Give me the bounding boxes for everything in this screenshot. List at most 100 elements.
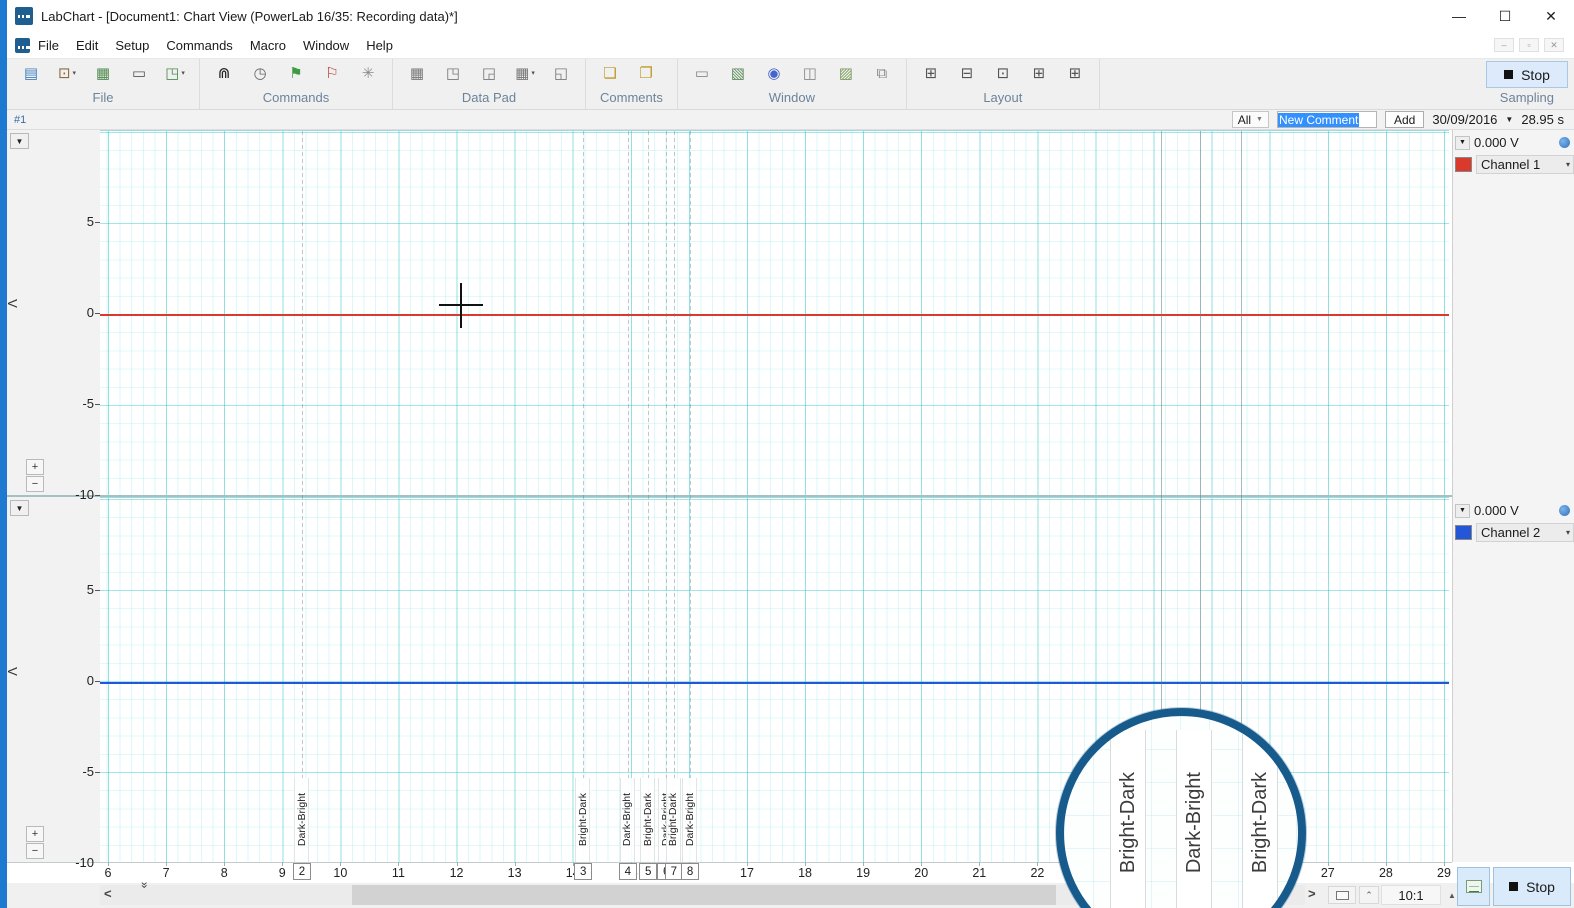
add-to-datapad-icon[interactable]: ◳ (443, 64, 463, 82)
channel2-scale-plus-button[interactable]: + (26, 826, 44, 842)
compression-ratio[interactable]: 10:1 (1381, 885, 1441, 905)
layout-bottom-icon[interactable]: ⊞ (1065, 64, 1085, 82)
comment-line-6 (666, 131, 667, 862)
comment-label-5[interactable]: Bright-Dark (640, 778, 655, 862)
scope-view-button[interactable] (1457, 867, 1490, 906)
stop-button-bottom[interactable]: Stop (1493, 867, 1571, 906)
channel2-scale-minus-button[interactable]: − (26, 843, 44, 859)
open-file-icon[interactable]: ⊡▾ (57, 64, 77, 82)
channel2-value: 0.000 V (1474, 503, 1519, 518)
scroll-right-icon[interactable]: > (1308, 886, 1316, 901)
comment-label-7[interactable]: Bright-Dark (666, 778, 681, 862)
layout-quad-icon[interactable]: ⊞ (921, 64, 941, 82)
new-comment-input[interactable]: New Comment (1277, 111, 1377, 128)
datapad-column-icon[interactable]: ◲ (479, 64, 499, 82)
comment-label-8[interactable]: Dark-Bright (682, 778, 697, 862)
duplicate-window-icon[interactable]: ⧉ (872, 64, 892, 82)
channel1-ytick-0: 0 (56, 305, 94, 320)
channel2-rate-icon[interactable] (1559, 505, 1570, 516)
xtick-mark (398, 862, 399, 866)
layout-left-icon[interactable]: ⊞ (1029, 64, 1049, 82)
channel-divider[interactable] (7, 495, 1452, 497)
xtick-mark (224, 862, 225, 866)
xtick-mark (863, 862, 864, 866)
xtick-17: 17 (732, 866, 762, 880)
datapad-options-icon[interactable]: ▦▾ (515, 64, 535, 82)
zoom-view-icon[interactable]: ◉ (764, 64, 784, 82)
maximize-button[interactable]: ☐ (1482, 0, 1528, 32)
save-file-icon[interactable]: ▦ (93, 64, 113, 82)
menu-macro[interactable]: Macro (250, 38, 286, 53)
xtick-mark (515, 862, 516, 866)
comment-label-3[interactable]: Bright-Dark (575, 778, 590, 862)
macro-icon[interactable]: ◷ (250, 64, 270, 82)
close-button[interactable]: ✕ (1528, 0, 1574, 32)
channel1-scale-minus-button[interactable]: − (26, 476, 44, 492)
channel2-value-dropdown[interactable]: ▼ (1455, 504, 1470, 518)
document-icon (15, 38, 30, 53)
menu-file[interactable]: File (38, 38, 59, 53)
xtick-22: 22 (1022, 866, 1052, 880)
comment-number-8[interactable]: 8 (681, 863, 699, 880)
scroll-left-icon[interactable]: < (104, 886, 112, 901)
menu-window[interactable]: Window (303, 38, 349, 53)
scroll-to-end-button[interactable] (1328, 886, 1356, 904)
menu-help[interactable]: Help (366, 38, 393, 53)
window-title: LabChart - [Document1: Chart View (Power… (41, 9, 458, 24)
menu-edit[interactable]: Edit (76, 38, 98, 53)
time-dropdown-icon[interactable]: ▼ (1505, 115, 1513, 124)
channel1-rate-icon[interactable] (1559, 137, 1570, 148)
channel2-scale-buttons: + − (26, 826, 44, 860)
minimize-button[interactable]: — (1436, 0, 1482, 32)
ytick-mark (95, 590, 100, 591)
layout-overlay-icon[interactable]: ⊡ (993, 64, 1013, 82)
add-comment-button[interactable]: Add (1385, 111, 1424, 128)
print-icon[interactable]: ▭ (129, 64, 149, 82)
chart-view-icon[interactable]: ▧ (728, 64, 748, 82)
channel1-scale-dropdown[interactable]: ▼ (10, 133, 29, 149)
xtick-18: 18 (790, 866, 820, 880)
comment-label-2[interactable]: Dark-Bright (294, 778, 309, 862)
menu-setup[interactable]: Setup (115, 38, 149, 53)
xtick-19: 19 (848, 866, 878, 880)
recording-date: 30/09/2016 (1432, 112, 1497, 127)
new-file-icon[interactable]: ▤ (21, 64, 41, 82)
channel1-value-dropdown[interactable]: ▼ (1455, 136, 1470, 150)
blank-window-icon[interactable]: ▭ (692, 64, 712, 82)
compression-decrease-button[interactable]: ⌃ (1359, 886, 1379, 904)
stimulate-icon[interactable]: ✳ (358, 64, 378, 82)
channel2-name-box[interactable]: Channel 2 ▾ (1476, 523, 1574, 542)
ribbon-group-label: Comments (600, 90, 663, 106)
stop-flag-icon[interactable]: ⚐ (322, 64, 342, 82)
collapse-axis-icon[interactable]: « (136, 882, 150, 889)
find-icon[interactable]: ⋒ (214, 64, 234, 82)
comment-number-4[interactable]: 4 (619, 863, 637, 880)
channel2-color-swatch[interactable] (1455, 525, 1472, 540)
menu-commands[interactable]: Commands (166, 38, 232, 53)
mdi-restore-button[interactable]: ▫ (1519, 38, 1539, 52)
comment-number-5[interactable]: 5 (639, 863, 657, 880)
xy-view-icon[interactable]: ◫ (800, 64, 820, 82)
add-comment-icon[interactable]: ❐ (636, 64, 656, 82)
channel2-scale-dropdown[interactable]: ▼ (10, 500, 29, 516)
xtick-7: 7 (151, 866, 181, 880)
menu-bar: File Edit Setup Commands Macro Window Help –▫ ✕ (7, 32, 1574, 59)
datapad-table-icon[interactable]: ▦ (407, 64, 427, 82)
layout-rows-icon[interactable]: ⊟ (957, 64, 977, 82)
channel1-color-swatch[interactable] (1455, 157, 1472, 172)
mdi-close-button[interactable]: ✕ (1544, 38, 1564, 52)
datapad-view-icon[interactable]: ◱ (551, 64, 571, 82)
scrollbar-thumb[interactable] (352, 885, 1056, 905)
stop-sampling-button[interactable]: Stop (1486, 61, 1568, 88)
mdi-minimize-button[interactable]: – (1494, 38, 1514, 52)
comment-number-2[interactable]: 2 (293, 863, 311, 880)
comment-filter-dropdown[interactable]: All ▼ (1232, 111, 1269, 128)
channel1-name-box[interactable]: Channel 1 ▾ (1476, 155, 1574, 174)
start-flag-icon[interactable]: ⚑ (286, 64, 306, 82)
edit-comment-icon[interactable]: ❏ (600, 64, 620, 82)
comment-label-4[interactable]: Dark-Bright (620, 778, 635, 862)
export-icon[interactable]: ◳▾ (165, 64, 185, 82)
image-window-icon[interactable]: ▨ (836, 64, 856, 82)
channel1-scale-plus-button[interactable]: + (26, 459, 44, 475)
comment-number-3[interactable]: 3 (574, 863, 592, 880)
